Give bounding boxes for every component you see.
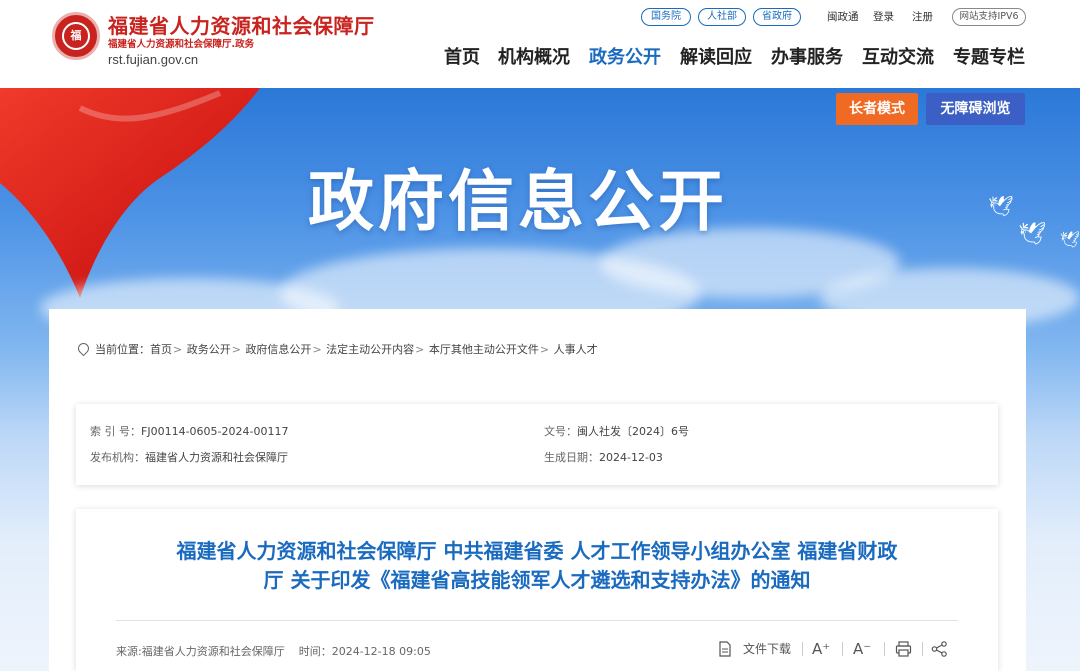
- link-minzhengtong[interactable]: 闽政通: [827, 9, 859, 25]
- article-title: 福建省人力资源和社会保障厅 中共福建省委 人才工作领导小组办公室 福建省财政 厅…: [176, 539, 898, 592]
- index-number: 索 引 号：FJ00114-0605-2024-00117: [90, 425, 289, 438]
- print-icon[interactable]: [895, 641, 912, 657]
- document-metadata: 索 引 号：FJ00114-0605-2024-00117 文号：闽人社发〔20…: [76, 404, 998, 485]
- content-card: 当前位置：首页> 政务公开> 政府信息公开> 法定主动公开内容> 本厅其他主动公…: [49, 309, 1026, 671]
- link-provincial-gov[interactable]: 省政府: [753, 8, 801, 26]
- banner-title: 政府信息公开: [308, 163, 728, 240]
- dove-icon: 🕊: [1018, 222, 1046, 247]
- emblem-icon: 福: [52, 12, 100, 60]
- breadcrumb-gov-affairs[interactable]: 政务公开: [187, 343, 231, 356]
- font-decrease-button[interactable]: A⁻: [853, 638, 871, 660]
- document-icon[interactable]: [718, 641, 732, 657]
- breadcrumb-prefix: 当前位置：: [95, 343, 150, 356]
- emblem-glyph: 福: [62, 22, 90, 50]
- register-link[interactable]: 注册: [912, 9, 933, 25]
- share-icon[interactable]: [931, 641, 948, 657]
- issuing-agency: 发布机构：福建省人力资源和社会保障厅: [90, 451, 288, 464]
- nav-topics[interactable]: 专题专栏: [953, 44, 1025, 72]
- site-title: 福建省人力资源和社会保障厅: [108, 14, 375, 38]
- dove-icon: 🕊: [1060, 230, 1080, 249]
- breadcrumb-info-disclosure[interactable]: 政府信息公开: [245, 343, 311, 356]
- article-source-time: 来源:福建省人力资源和社会保障厅 时间：2024-12-18 09:05: [116, 645, 431, 658]
- accessibility-button[interactable]: 无障碍浏览: [926, 93, 1025, 125]
- nav-services[interactable]: 办事服务: [771, 44, 843, 72]
- divider: [802, 642, 803, 656]
- document-number: 文号：闽人社发〔2024〕6号: [544, 425, 689, 438]
- elder-mode-button[interactable]: 长者模式: [836, 93, 918, 125]
- nav-gov-affairs[interactable]: 政务公开: [589, 44, 661, 72]
- breadcrumb-other-files[interactable]: 本厅其他主动公开文件: [429, 343, 539, 356]
- red-flag-icon: [0, 88, 260, 298]
- article-source: 来源:福建省人力资源和社会保障厅: [116, 645, 285, 658]
- article: 福建省人力资源和社会保障厅 中共福建省委 人才工作领导小组办公室 福建省财政 厅…: [76, 509, 998, 671]
- divider: [842, 642, 843, 656]
- site-logo[interactable]: 福 福建省人力资源和社会保障厅 福建省人力资源和社会保障厅.政务 rst.fuj…: [52, 10, 397, 70]
- nav-interpretation[interactable]: 解读回应: [680, 44, 752, 72]
- site-header: 福 福建省人力资源和社会保障厅 福建省人力资源和社会保障厅.政务 rst.fuj…: [0, 0, 1080, 88]
- login-link[interactable]: 登录: [873, 9, 894, 25]
- nav-interaction[interactable]: 互动交流: [862, 44, 934, 72]
- nav-home[interactable]: 首页: [444, 44, 480, 72]
- divider: [884, 642, 885, 656]
- font-increase-button[interactable]: A⁺: [812, 638, 830, 660]
- link-state-council[interactable]: 国务院: [641, 8, 691, 26]
- site-subtitle: 福建省人力资源和社会保障厅.政务: [108, 39, 255, 50]
- ipv6-badge: 网站支持IPV6: [952, 8, 1026, 26]
- breadcrumb-home[interactable]: 首页: [150, 343, 172, 356]
- dove-icon: 🕊: [988, 194, 1014, 218]
- generation-date: 生成日期：2024-12-03: [544, 451, 663, 464]
- link-mohrss[interactable]: 人社部: [698, 8, 746, 26]
- article-time: 2024-12-18 09:05: [331, 645, 431, 658]
- breadcrumb-personnel[interactable]: 人事人才: [554, 343, 598, 356]
- location-pin-icon: [75, 340, 92, 357]
- divider: [922, 642, 923, 656]
- site-domain: rst.fujian.gov.cn: [108, 52, 199, 67]
- breadcrumb: 当前位置：首页> 政务公开> 政府信息公开> 法定主动公开内容> 本厅其他主动公…: [75, 340, 598, 358]
- breadcrumb-statutory[interactable]: 法定主动公开内容: [326, 343, 414, 356]
- divider: [116, 620, 958, 621]
- nav-about[interactable]: 机构概况: [498, 44, 570, 72]
- file-download-link[interactable]: 文件下载: [743, 638, 791, 660]
